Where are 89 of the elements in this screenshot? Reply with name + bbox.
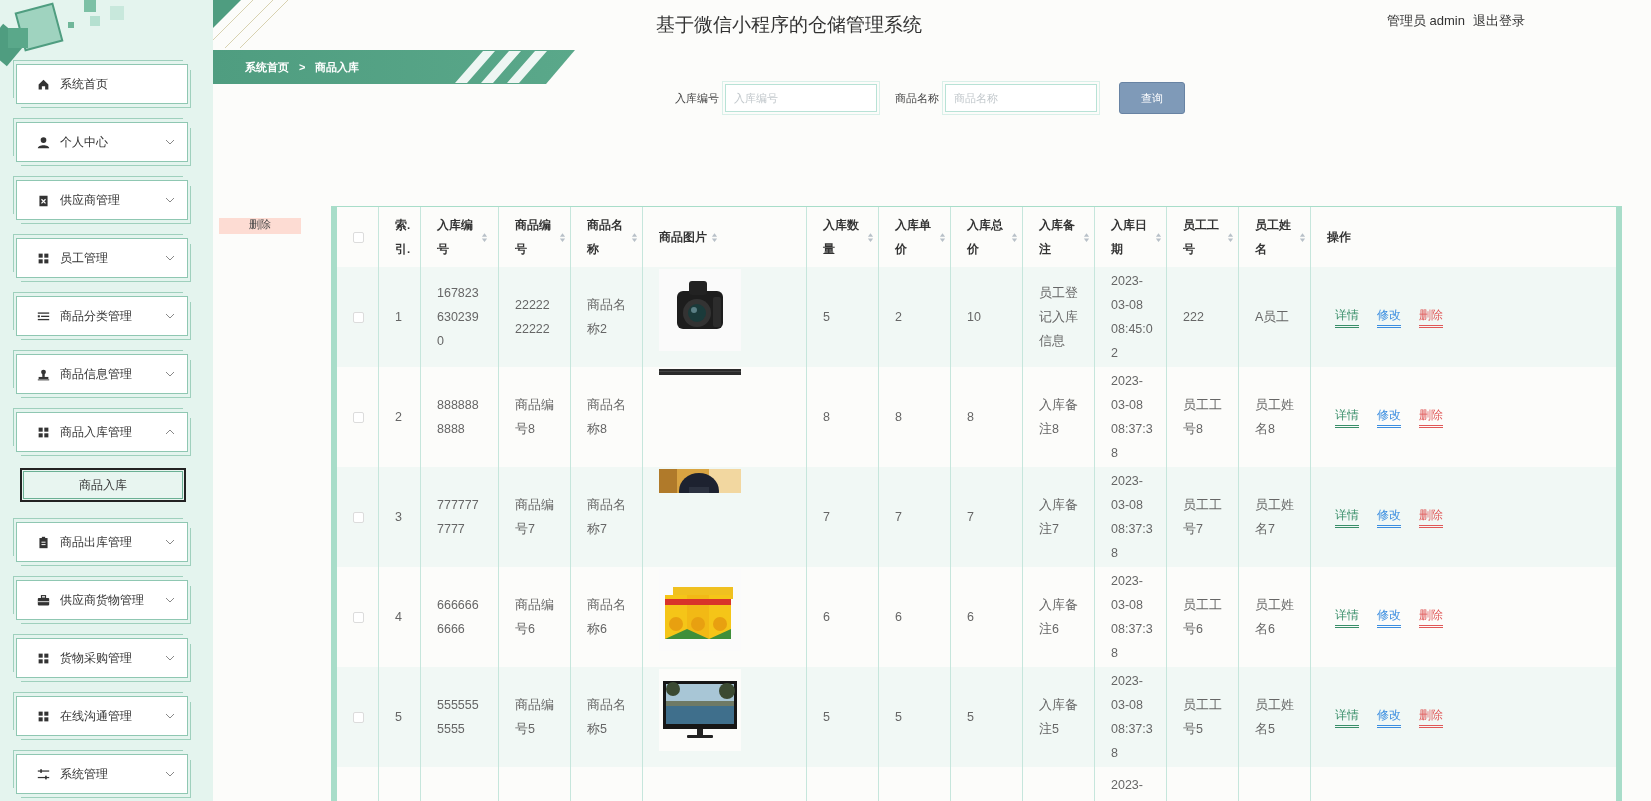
table-cell-text: A员工 [1255,309,1291,326]
table-cell-text: 2023-03-08 08:45:02 [1111,273,1153,362]
table-cell-text: 员工工号8 [1183,397,1223,438]
table-cell-text: 2023-03-08 08:37:38 [1111,373,1153,462]
action-link[interactable]: 详情 [1335,706,1359,728]
column-header[interactable]: 入库备注 [1039,213,1090,261]
column-header: 操作 [1327,230,1351,245]
table-cell-text: 4 [395,609,402,626]
table-cell-text: 8 [823,409,830,426]
table-cell-text: 2023-03-08 08:37:38 [1111,573,1153,662]
submenu-item[interactable]: 商品入库 [20,468,186,502]
column-header[interactable]: 入库编号 [437,213,488,261]
table-cell-text: 2 [395,409,402,426]
table-cell-text: 6 [895,609,902,626]
logout-link[interactable]: 退出登录 [1473,12,1525,30]
column-header[interactable]: 入库日期 [1111,213,1162,261]
action-link[interactable]: 删除 [1419,406,1443,428]
table-cell-text: 商品名称8 [587,397,627,438]
table-cell-text: 7777777777 [437,497,480,538]
table-cell-text: 8 [895,409,902,426]
column-header[interactable]: 商品编号 [515,213,566,261]
table-cell-text: 员工登记入库信息 [1039,285,1079,350]
table-cell-text: 入库备注8 [1039,397,1079,438]
table-cell-text: 5 [967,709,974,726]
action-link[interactable]: 详情 [1335,306,1359,328]
column-header[interactable]: 商品图片 [659,225,718,249]
table-cell-text: 商品编号5 [515,697,555,738]
breadcrumb-separator: > [299,61,306,73]
table-cell-text: 员工工号7 [1183,497,1223,538]
table-cell-text: 商品名称7 [587,497,627,538]
column-header[interactable]: 员工工号 [1183,213,1234,261]
field-label: 入库编号 [675,90,719,106]
table-cell-text: 222 [1183,309,1205,326]
column-header[interactable]: 员工姓名 [1255,213,1306,261]
table-cell-text: 7 [823,509,830,526]
table-cell-text: 2023-03-08 08:37:38 [1111,673,1153,762]
user-label: 管理员 admin [1386,12,1465,30]
table-cell-text: 商品编号8 [515,397,555,438]
table-cell-text: 2 [895,309,902,326]
action-link[interactable]: 删除 [1419,706,1443,728]
table-cell-text: 6666666666 [437,597,480,638]
table-cell-text: 商品编号7 [515,497,555,538]
page-title: 基于微信小程序的仓储管理系统 [656,13,922,37]
table-cell-text: 员工工号6 [1183,597,1223,638]
action-link[interactable]: 修改 [1377,606,1401,628]
table-cell-text: 3 [395,509,402,526]
action-link[interactable]: 修改 [1377,406,1401,428]
table-cell-text: 员工姓名7 [1255,497,1295,538]
table-cell-text: 1678236302390 [437,285,480,350]
table-cell-text: 5 [823,309,830,326]
table-cell-text: 入库备注5 [1039,697,1079,738]
table-cell-text: 5 [395,709,402,726]
table-cell-text: 2023-03-08 08:37:38 [1111,473,1153,562]
table-cell-text: 商品编号6 [515,597,555,638]
column-header[interactable]: 商品名称 [587,213,638,261]
column-header: 索.引. [395,217,412,257]
table-cell-text: 6 [823,609,830,626]
table-cell-text: 商品名称2 [587,297,627,338]
table-cell-text: 5555555555 [437,697,480,738]
action-link[interactable]: 详情 [1335,406,1359,428]
delete-button[interactable]: 删除 [219,218,301,234]
table-cell-text: 2023- [1111,777,1144,794]
table-cell-text: 商品名称6 [587,597,627,638]
column-header[interactable]: 入库数量 [823,213,874,261]
table-cell-text: 入库备注7 [1039,497,1079,538]
table-cell-text: 员工姓名6 [1255,597,1295,638]
table-cell-text: 5 [895,709,902,726]
table-cell-text: 员工工号5 [1183,697,1223,738]
action-link[interactable]: 详情 [1335,506,1359,528]
action-link[interactable]: 删除 [1419,606,1443,628]
field-label: 商品名称 [895,90,939,106]
table-cell-text: 5 [823,709,830,726]
table-cell-text: 7 [895,509,902,526]
table-cell-text: 8 [967,409,974,426]
table-cell-text: 8888888888 [437,397,480,438]
table-cell-text: 10 [967,309,981,326]
action-link[interactable]: 删除 [1419,506,1443,528]
action-link[interactable]: 删除 [1419,306,1443,328]
column-header[interactable]: 入库总价 [967,213,1018,261]
column-header[interactable]: 入库单价 [895,213,946,261]
table-cell-text: 商品名称5 [587,697,627,738]
table-cell-text: 1 [395,309,402,326]
action-link[interactable]: 详情 [1335,606,1359,628]
table-cell-text: 7 [967,509,974,526]
table-cell-text: 2222222222 [515,297,551,338]
table-cell-text: 6 [967,609,974,626]
table-cell-text: 入库备注6 [1039,597,1079,638]
table-cell-text: 员工姓名8 [1255,397,1295,438]
table-cell-text: 员工姓名5 [1255,697,1295,738]
